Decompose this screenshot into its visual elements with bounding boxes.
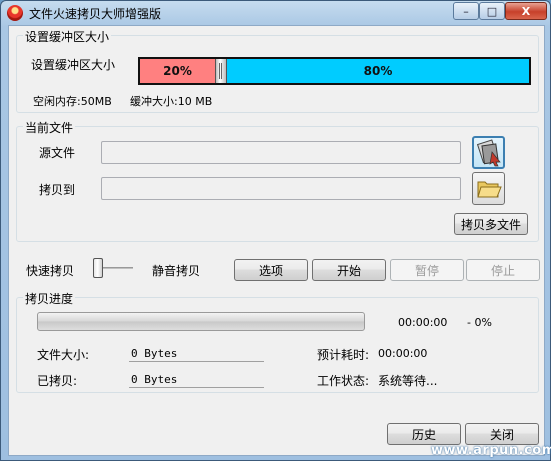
elapsed-time: 00:00:00 bbox=[398, 316, 448, 329]
file-picker-icon bbox=[476, 139, 501, 167]
destination-input[interactable] bbox=[101, 177, 461, 200]
copied-label: 已拷贝: bbox=[37, 374, 78, 388]
start-button[interactable]: 开始 bbox=[312, 259, 386, 281]
history-label: 历史 bbox=[411, 427, 436, 442]
buffer-right-segment: 80% bbox=[227, 59, 529, 83]
buffer-split-slider[interactable]: 20% 80% bbox=[138, 57, 531, 85]
start-label: 开始 bbox=[336, 263, 361, 278]
stop-button[interactable]: 停止 bbox=[466, 259, 540, 281]
browse-destination-button[interactable] bbox=[472, 172, 505, 205]
copied-value: 0 Bytes bbox=[131, 373, 178, 386]
maximize-button[interactable]: □ bbox=[479, 2, 505, 20]
browse-source-button[interactable] bbox=[472, 136, 505, 169]
buffer-left-segment: 20% bbox=[140, 59, 215, 83]
buffer-size-label: 缓冲大小:10 MB bbox=[130, 95, 213, 108]
window-title: 文件火速拷贝大师增强版 bbox=[29, 7, 162, 21]
watermark-text: www.arpun.com bbox=[431, 443, 551, 458]
estimated-time-value: 00:00:00 bbox=[378, 347, 428, 360]
pause-button[interactable]: 暂停 bbox=[390, 259, 464, 281]
options-button[interactable]: 选项 bbox=[234, 259, 308, 281]
minimize-button[interactable]: – bbox=[453, 2, 479, 20]
maximize-icon: □ bbox=[486, 4, 498, 18]
destination-label: 拷贝到 bbox=[39, 183, 76, 197]
file-size-label: 文件大小: bbox=[37, 348, 90, 362]
buffer-slider-thumb[interactable] bbox=[215, 59, 227, 83]
source-file-label: 源文件 bbox=[39, 146, 76, 160]
client-area: 设置缓冲区大小 设置缓冲区大小 20% 80% 空闲内存:50MB 缓冲大小:1… bbox=[8, 25, 545, 456]
fast-copy-label: 快速拷贝 bbox=[26, 264, 75, 278]
buffer-left-percent: 20% bbox=[163, 64, 192, 78]
file-size-underline bbox=[129, 361, 264, 362]
app-window: 文件火速拷贝大师增强版 – □ X 设置缓冲区大小 设置缓冲区大小 20% 80… bbox=[0, 0, 551, 461]
copy-multiple-files-label: 拷贝多文件 bbox=[460, 217, 521, 232]
buffer-group: 设置缓冲区大小 设置缓冲区大小 20% 80% 空闲内存:50MB 缓冲大小:1… bbox=[16, 28, 539, 113]
file-size-value: 0 Bytes bbox=[131, 347, 178, 360]
copy-multiple-files-button[interactable]: 拷贝多文件 bbox=[454, 213, 528, 235]
options-label: 选项 bbox=[258, 263, 283, 278]
pause-label: 暂停 bbox=[414, 263, 439, 278]
close-label: 关闭 bbox=[489, 427, 514, 442]
close-button[interactable]: 关闭 bbox=[465, 423, 539, 445]
source-file-input[interactable] bbox=[101, 141, 461, 164]
title-bar[interactable]: 文件火速拷贝大师增强版 – □ X bbox=[1, 1, 550, 25]
status-value: 系统等待... bbox=[378, 374, 438, 388]
copy-progress-bar bbox=[37, 312, 365, 331]
status-label: 工作状态: bbox=[317, 374, 370, 388]
close-icon: X bbox=[521, 4, 531, 18]
copy-mode-slider-thumb[interactable] bbox=[93, 258, 103, 278]
folder-icon bbox=[477, 181, 502, 198]
buffer-group-title: 设置缓冲区大小 bbox=[23, 28, 112, 45]
copy-progress-group-title: 拷贝进度 bbox=[23, 290, 76, 307]
progress-percent: - 0% bbox=[467, 316, 492, 329]
stop-label: 停止 bbox=[490, 263, 515, 278]
current-file-group-title: 当前文件 bbox=[23, 119, 76, 136]
copy-progress-group: 拷贝进度 00:00:00 - 0% 文件大小: 0 Bytes 预计耗时: 0… bbox=[16, 290, 539, 393]
buffer-right-percent: 80% bbox=[363, 64, 393, 78]
estimated-time-label: 预计耗时: bbox=[317, 348, 370, 362]
close-window-button[interactable]: X bbox=[505, 2, 547, 20]
app-logo-icon bbox=[7, 5, 23, 21]
silent-copy-label: 静音拷贝 bbox=[152, 264, 201, 278]
minimize-icon: – bbox=[463, 4, 469, 18]
current-file-group: 当前文件 源文件 拷贝到 拷贝多文件 bbox=[16, 119, 539, 242]
copied-underline bbox=[129, 387, 264, 388]
free-memory-label: 空闲内存:50MB bbox=[33, 95, 112, 108]
history-button[interactable]: 历史 bbox=[387, 423, 461, 445]
buffer-size-setting-label: 设置缓冲区大小 bbox=[31, 58, 116, 72]
